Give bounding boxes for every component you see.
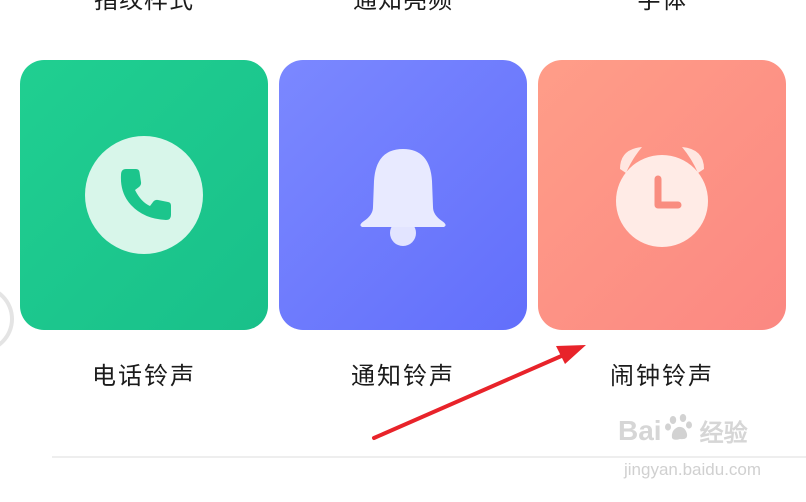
- top-label-fingerprint-style[interactable]: 指纹样式: [20, 0, 268, 15]
- top-label-notification-light[interactable]: 通知亮频: [279, 0, 527, 15]
- ringtone-tile-alarm[interactable]: [538, 60, 786, 330]
- partial-scroll-indicator: [0, 285, 14, 353]
- top-label-font[interactable]: 字体: [538, 0, 786, 15]
- watermark-brand-left: Bai: [618, 414, 662, 446]
- phone-icon: [84, 135, 204, 255]
- watermark-brand-right: 经验: [699, 419, 748, 447]
- paw-icon: [664, 412, 694, 449]
- bell-icon: [348, 135, 458, 255]
- ringtone-label-notification: 通知铃声: [351, 362, 455, 390]
- ringtone-label-alarm: 闹钟铃声: [610, 362, 714, 390]
- ringtone-tile-phone[interactable]: [20, 60, 268, 330]
- alarm-clock-icon: [602, 135, 722, 255]
- baidu-jingyan-watermark: Bai 经验 jingyan.baidu.com: [618, 412, 788, 490]
- watermark-url: jingyan.baidu.com: [624, 460, 762, 479]
- ringtone-tile-notification[interactable]: [279, 60, 527, 330]
- ringtone-label-phone: 电话铃声: [92, 362, 196, 390]
